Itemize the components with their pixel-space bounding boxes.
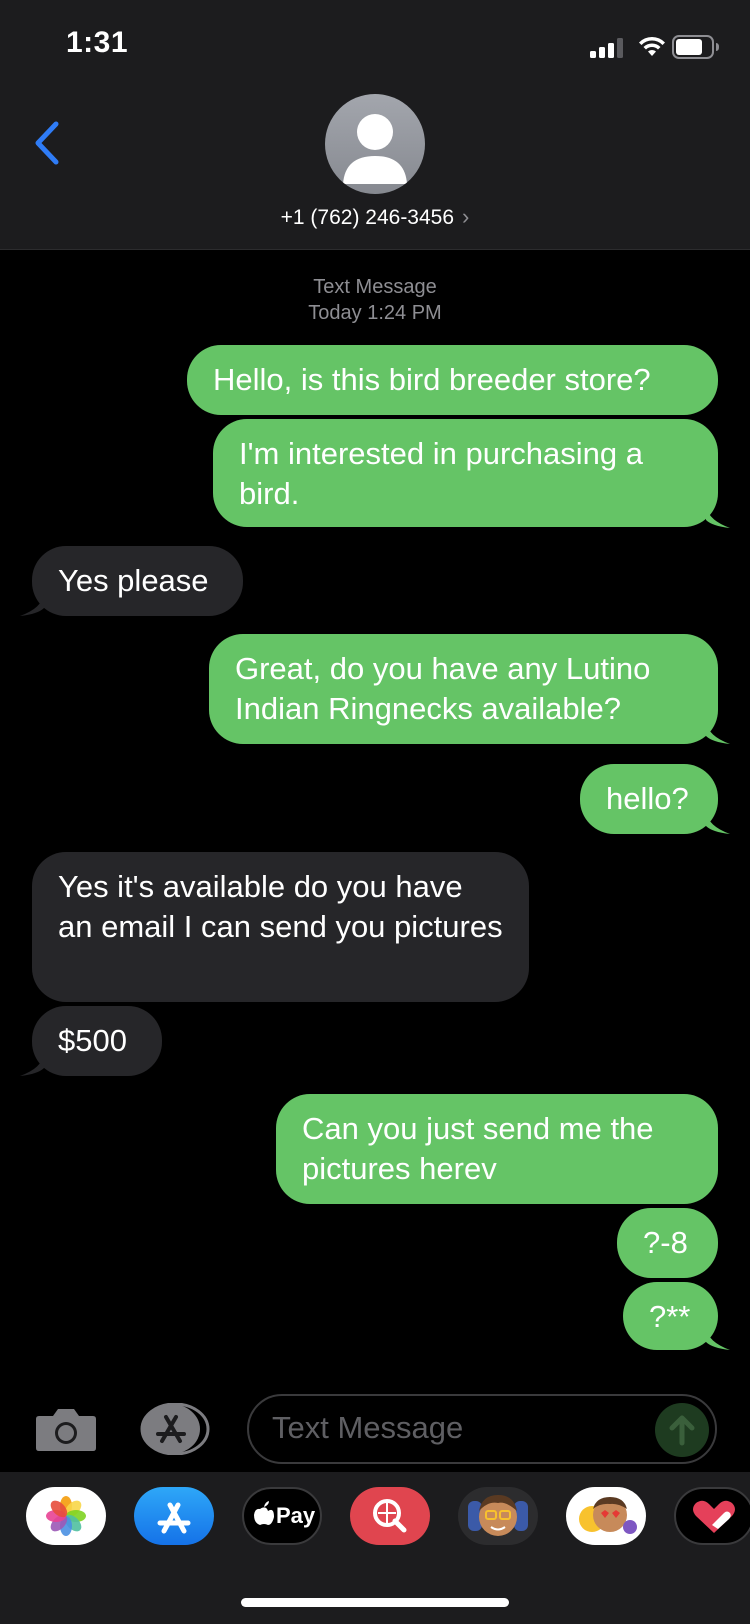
message-text: Yes it's available do you have an email … — [58, 869, 503, 944]
sent-message[interactable]: ?-8 — [617, 1208, 718, 1278]
status-time: 1:31 — [66, 26, 129, 59]
message-text: Hello, is this bird breeder store? — [213, 362, 651, 397]
bubble-tail — [706, 1328, 730, 1350]
digital-touch-app-button[interactable] — [674, 1487, 750, 1545]
received-message[interactable]: Yes please — [32, 546, 243, 616]
web-search-icon — [373, 1499, 407, 1533]
home-indicator[interactable] — [241, 1598, 509, 1607]
send-button[interactable] — [655, 1403, 709, 1457]
message-text: I'm interested in purchasing a bird. — [239, 436, 643, 511]
digital-touch-icon — [693, 1500, 735, 1533]
app-store-app-button[interactable] — [134, 1487, 214, 1545]
web-search-app-button[interactable] — [350, 1487, 430, 1545]
wifi-icon — [639, 36, 665, 56]
message-text: ?** — [649, 1299, 691, 1334]
service-label: Text Message — [313, 276, 437, 298]
battery-icon — [672, 35, 719, 59]
app-store-apps-icon[interactable] — [140, 1403, 210, 1455]
arrow-up-icon — [669, 1415, 695, 1446]
bubble-tail — [20, 1054, 44, 1076]
photos-icon — [46, 1496, 86, 1536]
conversation-timestamp: Today 1:24 PM — [308, 302, 442, 324]
message-text: hello? — [606, 781, 689, 816]
received-message[interactable]: Yes it's available do you have an email … — [32, 852, 529, 1002]
received-message[interactable]: $500 — [32, 1006, 162, 1076]
sent-message[interactable]: Can you just send me the pictures herev — [276, 1094, 718, 1204]
apple-pay-label: Pay — [276, 1503, 316, 1528]
bubble-tail — [706, 812, 730, 834]
conversation-meta: Text Message Today 1:24 PM — [0, 274, 750, 326]
sent-message[interactable]: hello? — [580, 764, 718, 834]
contact-number: +1 (762) 246-3456 — [280, 206, 455, 229]
bubble-tail — [20, 594, 44, 616]
person-silhouette-icon — [343, 114, 407, 184]
message-text: $500 — [58, 1023, 127, 1058]
message-text: Great, do you have any Lutino Indian Rin… — [235, 651, 651, 726]
memoji-icon — [468, 1495, 528, 1536]
sent-message[interactable]: Great, do you have any Lutino Indian Rin… — [209, 634, 718, 744]
photos-app-button[interactable] — [26, 1487, 106, 1545]
memoji-stickers-app-button[interactable] — [566, 1487, 646, 1545]
sent-message[interactable]: I'm interested in purchasing a bird. — [213, 419, 718, 527]
message-text: Yes please — [58, 563, 209, 598]
contact-name[interactable]: +1 (762) 246-3456 › — [0, 204, 750, 230]
message-text: Can you just send me the pictures herev — [302, 1111, 654, 1186]
apple-pay-app-button[interactable]: Pay — [242, 1487, 322, 1545]
chevron-right-icon: › — [462, 204, 470, 229]
app-store-icon — [157, 1502, 191, 1534]
message-input-placeholder: Text Message — [272, 1410, 464, 1445]
memoji-app-button[interactable] — [458, 1487, 538, 1545]
camera-icon[interactable] — [35, 1406, 97, 1452]
bubble-tail — [706, 506, 730, 528]
sent-message[interactable]: Hello, is this bird breeder store? — [187, 345, 718, 415]
message-text: ?-8 — [643, 1225, 688, 1260]
sent-message[interactable]: ?** — [623, 1282, 718, 1350]
contact-avatar[interactable] — [325, 94, 425, 194]
cellular-signal-icon — [590, 38, 623, 58]
back-chevron-icon[interactable] — [30, 118, 64, 168]
bubble-tail — [706, 722, 730, 744]
memoji-stickers-icon — [579, 1497, 637, 1534]
